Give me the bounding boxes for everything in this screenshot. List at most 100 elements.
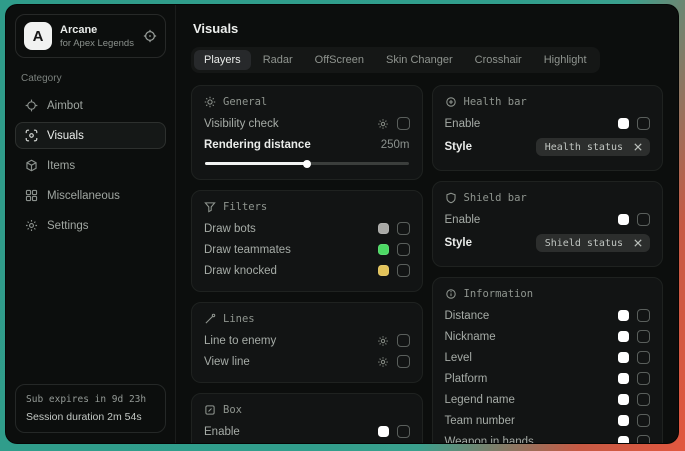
sidebar-item-label: Settings [47,220,89,232]
cards-grid: General Visibility check [191,85,663,444]
setting-row: Line to enemy [204,330,410,351]
card-lines: Lines Line to enemy [191,302,423,383]
setting-row: Enable background [204,442,410,444]
weapon-in-hands-checkbox[interactable] [637,435,650,444]
sidebar-item-visuals[interactable]: Visuals [15,122,166,149]
team-number-checkbox[interactable] [637,414,650,427]
sidebar-item-settings[interactable]: Settings [15,212,166,239]
box-icon [204,404,216,416]
rendering-distance-slider[interactable] [205,162,409,165]
scan-eye-icon [25,129,38,142]
card-title: Filters [223,201,267,213]
target-icon[interactable] [143,29,157,43]
color-swatch[interactable] [378,426,389,437]
close-icon[interactable] [631,237,645,249]
setting-row: Draw bots [204,218,410,239]
visibility-check-checkbox[interactable] [397,117,410,130]
draw-knocked-checkbox[interactable] [397,264,410,277]
draw-bots-checkbox[interactable] [397,222,410,235]
setting-row: Style Shield status [445,230,651,256]
setting-row: Nickname [445,326,651,347]
setting-row: Legend name [445,389,651,410]
app-name: Arcane [60,24,134,36]
color-swatch[interactable] [618,331,629,342]
gear-icon[interactable] [377,356,389,368]
close-icon[interactable] [631,141,645,153]
tab-players[interactable]: Players [194,50,251,70]
color-swatch[interactable] [618,352,629,363]
gear-icon[interactable] [377,118,389,130]
right-column: Health bar Enable Style Health status [432,85,664,444]
card-box: Box Enable Enable background [191,393,423,444]
sub-expires-text: Sub expires in 9d 23h [26,394,155,405]
color-swatch[interactable] [618,373,629,384]
health-icon [445,96,457,108]
tab-skin-changer[interactable]: Skin Changer [376,50,463,70]
grid-icon [25,189,38,202]
sidebar-item-miscellaneous[interactable]: Miscellaneous [15,182,166,209]
color-swatch[interactable] [618,214,629,225]
card-title: Shield bar [464,192,527,204]
shield-style-select[interactable]: Shield status [536,234,650,252]
color-swatch[interactable] [618,415,629,426]
setting-row: Rendering distance 250m [204,134,410,155]
card-title: General [223,96,267,108]
legend-name-checkbox[interactable] [637,393,650,406]
app-header: A Arcane for Apex Legends [15,14,166,58]
draw-teammates-checkbox[interactable] [397,243,410,256]
sidebar: A Arcane for Apex Legends Category Aimbo… [6,5,176,443]
line-to-enemy-checkbox[interactable] [397,334,410,347]
card-shield-bar: Shield bar Enable Style Shield status [432,181,664,267]
nickname-checkbox[interactable] [637,330,650,343]
health-enable-checkbox[interactable] [637,117,650,130]
setting-row: Weapon in hands [445,431,651,444]
info-icon [445,288,457,300]
funnel-icon [204,201,216,213]
color-swatch[interactable] [618,394,629,405]
sidebar-item-items[interactable]: Items [15,152,166,179]
color-swatch[interactable] [618,436,629,444]
sidebar-item-label: Visuals [47,130,84,142]
setting-row: Style Health status [445,134,651,160]
distance-checkbox[interactable] [637,309,650,322]
setting-row: Team number [445,410,651,431]
app-subtitle: for Apex Legends [60,38,134,49]
setting-row: Enable [445,209,651,230]
level-checkbox[interactable] [637,351,650,364]
sidebar-item-aimbot[interactable]: Aimbot [15,92,166,119]
color-swatch[interactable] [378,223,389,234]
setting-row: Draw knocked [204,260,410,281]
tab-highlight[interactable]: Highlight [534,50,597,70]
distance-value: 250m [381,139,410,151]
session-duration-text: Session duration 2m 54s [26,411,155,423]
category-label: Category [21,73,160,84]
health-style-select[interactable]: Health status [536,138,650,156]
gear-icon[interactable] [377,335,389,347]
tab-radar[interactable]: Radar [253,50,303,70]
color-swatch[interactable] [618,310,629,321]
sun-icon [204,96,216,108]
slider-thumb[interactable] [303,160,311,168]
main-panel: Visuals Players Radar OffScreen Skin Cha… [176,5,678,443]
setting-row: Draw teammates [204,239,410,260]
color-swatch[interactable] [618,118,629,129]
color-swatch[interactable] [378,244,389,255]
shield-enable-checkbox[interactable] [637,213,650,226]
setting-row: Enable [204,421,410,442]
sidebar-item-label: Items [47,160,75,172]
shield-icon [445,192,457,204]
card-general: General Visibility check [191,85,423,180]
setting-row: Distance [445,305,651,326]
left-column: General Visibility check [191,85,423,444]
color-swatch[interactable] [378,265,389,276]
gear-icon [25,219,38,232]
sidebar-item-label: Miscellaneous [47,190,120,202]
tab-offscreen[interactable]: OffScreen [305,50,374,70]
card-title: Health bar [464,96,527,108]
tab-crosshair[interactable]: Crosshair [465,50,532,70]
box-enable-checkbox[interactable] [397,425,410,438]
setting-row: Platform [445,368,651,389]
crosshair-icon [25,99,38,112]
view-line-checkbox[interactable] [397,355,410,368]
platform-checkbox[interactable] [637,372,650,385]
